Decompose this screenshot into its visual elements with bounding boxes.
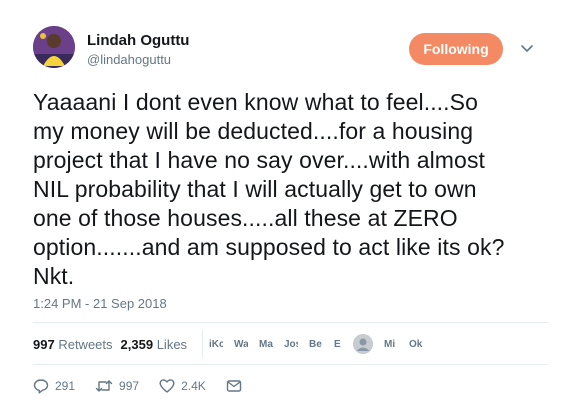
divider [33,322,548,323]
retweets-stat[interactable]: 997 Retweets [33,337,113,352]
default-avatar-icon[interactable] [353,334,373,354]
retweet-icon [95,380,113,392]
tweet-line: project that I have no say over....with … [33,147,486,173]
likes-label: Likes [156,337,188,352]
tweet-line: Yaaaani I dont even know what to feel...… [33,89,478,115]
tweet-line: Nkt. [33,263,75,289]
tweet-timestamp[interactable]: 1:24 PM - 21 Sep 2018 [33,296,167,311]
retweets-count: 997 [33,337,55,352]
like-count: 2.4K [181,379,206,393]
retweets-label: Retweets [58,337,113,352]
author-handle[interactable]: @lindahoguttu [87,52,171,67]
tweet-line: one of those houses.....all these at ZER… [33,205,458,231]
retweet-action[interactable]: 997 [95,378,139,394]
author-name[interactable]: Lindah Oguttu [87,32,189,49]
reply-count: 291 [55,379,76,393]
likers-avatars: iKc Wa Ma Jos Be E Mi Ok [202,330,434,358]
tweet-actions: 291 997 2.4K [33,376,268,396]
likes-stat[interactable]: 2,359 Likes [121,337,188,352]
likes-count: 2,359 [120,337,154,352]
liker-avatar[interactable]: Ma [259,339,273,350]
liker-avatar[interactable]: Jos [284,339,298,350]
tweet-line: option.......and am supposed to act like… [33,234,505,260]
liker-avatar[interactable]: E [334,339,342,350]
liker-avatar[interactable]: Mi [384,339,398,350]
divider [33,364,548,365]
tweet-text: Yaaaani I dont even know what to feel...… [33,88,548,291]
message-action[interactable] [226,378,248,394]
tweet-line: my money will be deducted....for a housi… [33,118,474,144]
following-button[interactable]: Following [409,33,503,65]
chevron-down-icon[interactable] [520,41,534,55]
tweet-card: Lindah Oguttu @lindahoguttu Following Ya… [0,0,566,419]
tweet-line: NIL probability that I will actually get… [33,176,477,202]
liker-avatar[interactable]: Wa [234,339,248,350]
reply-action[interactable]: 291 [33,378,75,394]
heart-icon [159,379,175,393]
liker-avatar[interactable]: Ok [409,339,423,350]
envelope-icon [226,380,241,392]
like-action[interactable]: 2.4K [159,378,206,394]
avatar[interactable] [33,26,75,68]
reply-icon [33,379,49,394]
retweet-count: 997 [119,379,140,393]
liker-avatar[interactable]: iKc [209,339,223,350]
liker-avatar[interactable]: Be [309,339,323,350]
engagement-stats: 997 Retweets 2,359 Likes [33,337,195,352]
